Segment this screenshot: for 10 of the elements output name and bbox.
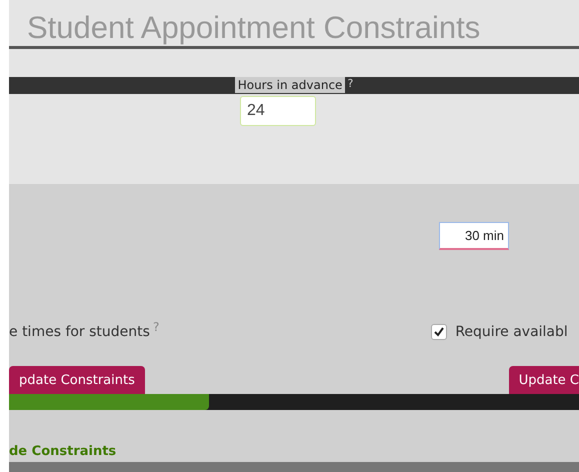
page-title: Student Appointment Constraints bbox=[27, 10, 482, 46]
update-button[interactable]: Update C bbox=[508, 366, 579, 394]
field-label: Hours in advance bbox=[234, 77, 346, 94]
option-label: e times for students bbox=[9, 324, 150, 340]
update-button[interactable]: pdate Constraints bbox=[9, 366, 145, 394]
duration-input-field[interactable]: 30 min bbox=[439, 222, 509, 250]
hours-input-field[interactable]: 24 bbox=[240, 96, 316, 126]
help-mark[interactable]: ? bbox=[347, 77, 354, 90]
checkbox[interactable] bbox=[431, 324, 448, 340]
checkbox-label: Require availabl bbox=[455, 324, 568, 340]
